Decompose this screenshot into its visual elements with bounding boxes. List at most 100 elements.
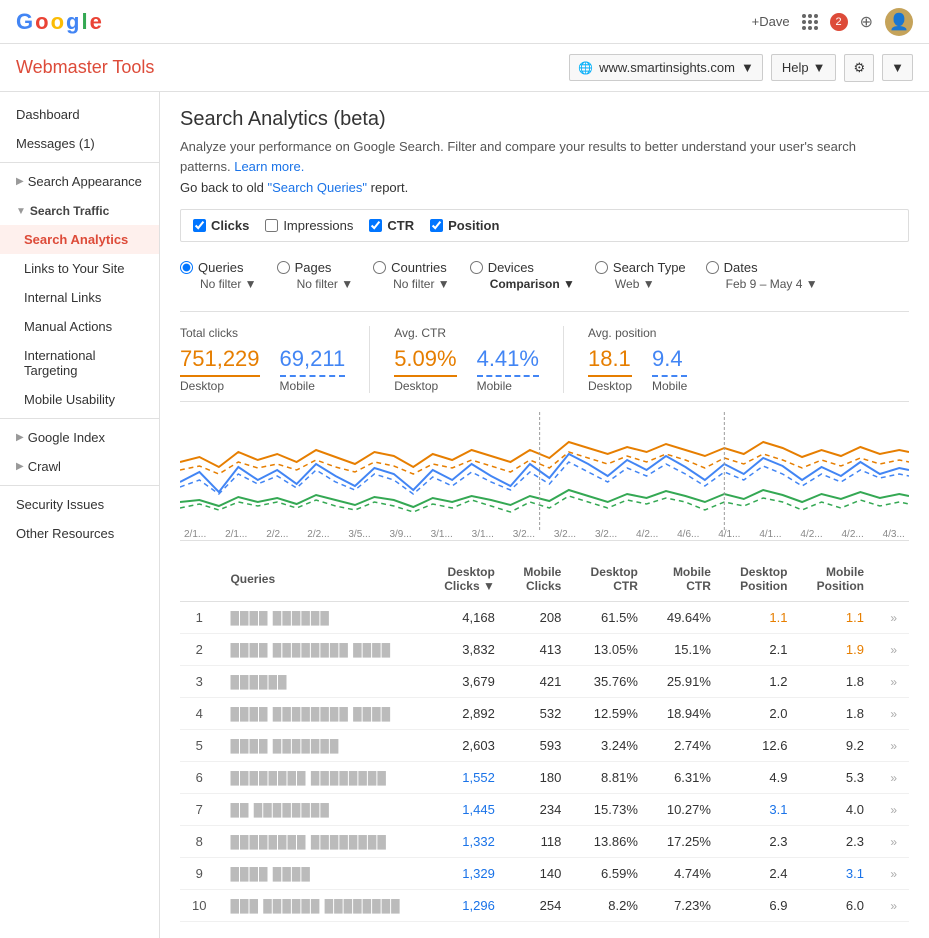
sidebar-item-search-appearance[interactable]: ▶ Search Appearance xyxy=(0,167,159,196)
row-mobile-ctr: 6.31% xyxy=(650,762,723,794)
col-mobile-pos[interactable]: MobilePosition xyxy=(799,557,876,602)
row-query[interactable]: ███ ██████ ████████ xyxy=(218,890,426,922)
row-query[interactable]: ████ ████ xyxy=(218,858,426,890)
row-query[interactable]: ██ ████████ xyxy=(218,794,426,826)
impressions-label: Impressions xyxy=(283,218,353,233)
row-desktop-ctr: 61.5% xyxy=(573,602,650,634)
help-button[interactable]: Help ▼ xyxy=(771,54,837,81)
clicks-label: Clicks xyxy=(211,218,249,233)
desktop-ctr-num: 5.09% xyxy=(394,346,456,372)
mobile-clicks-val: 69,211 Mobile xyxy=(280,346,346,393)
col-desktop-ctr[interactable]: DesktopCTR xyxy=(573,557,650,602)
sidebar-item-google-index[interactable]: ▶ Google Index xyxy=(0,423,159,452)
row-desktop-pos: 6.9 xyxy=(723,890,800,922)
avg-ctr-values: 5.09% Desktop 4.41% Mobile xyxy=(394,346,539,393)
col-mobile-clicks[interactable]: MobileClicks xyxy=(507,557,574,602)
position-checkbox[interactable]: Position xyxy=(430,218,499,233)
row-query[interactable]: ████████ ████████ xyxy=(218,762,426,794)
site-selector[interactable]: 🌐 www.smartinsights.com ▼ xyxy=(569,54,763,81)
avatar[interactable]: 👤 xyxy=(885,8,913,36)
pages-group: Pages No filter ▼ xyxy=(277,260,354,291)
row-query[interactable]: ████ ████████ ████ xyxy=(218,634,426,666)
row-mobile-pos: 6.0 xyxy=(799,890,876,922)
arrow-down-icon: ▼ xyxy=(16,206,26,217)
col-num xyxy=(180,557,218,602)
desktop-pos-val: 18.1 Desktop xyxy=(588,346,632,393)
search-queries-link[interactable]: "Search Queries" xyxy=(267,180,367,195)
countries-filter[interactable]: No filter ▼ xyxy=(373,277,450,291)
row-chevron[interactable]: » xyxy=(876,666,909,698)
row-mobile-clicks: 421 xyxy=(507,666,574,698)
row-chevron[interactable]: » xyxy=(876,858,909,890)
gear-button[interactable]: ⚙ xyxy=(844,54,874,82)
row-chevron[interactable]: » xyxy=(876,762,909,794)
col-desktop-clicks[interactable]: DesktopClicks ▼ xyxy=(427,557,507,602)
row-mobile-pos: 1.8 xyxy=(799,666,876,698)
row-chevron[interactable]: » xyxy=(876,826,909,858)
sidebar-item-dashboard[interactable]: Dashboard xyxy=(0,100,159,129)
table-row: 9 ████ ████ 1,329 140 6.59% 4.74% 2.4 3.… xyxy=(180,858,909,890)
ctr-checkbox[interactable]: CTR xyxy=(369,218,414,233)
row-chevron[interactable]: » xyxy=(876,634,909,666)
sidebar-item-search-traffic[interactable]: ▼ Search Traffic xyxy=(0,196,159,225)
window-icon[interactable]: ⊕ xyxy=(860,12,873,32)
user-link[interactable]: +Dave xyxy=(752,14,790,29)
search-type-radio[interactable]: Search Type xyxy=(595,260,686,275)
row-query[interactable]: ████ ██████ xyxy=(218,602,426,634)
clicks-checkbox[interactable]: Clicks xyxy=(193,218,249,233)
sidebar-item-other-resources[interactable]: Other Resources xyxy=(0,519,159,548)
row-query[interactable]: ████████ ████████ xyxy=(218,826,426,858)
devices-radio[interactable]: Devices xyxy=(470,260,575,275)
gear-dropdown-arrow[interactable]: ▼ xyxy=(882,54,913,81)
col-desktop-pos[interactable]: DesktopPosition xyxy=(723,557,800,602)
row-desktop-ctr: 12.59% xyxy=(573,698,650,730)
sidebar-item-crawl[interactable]: ▶ Crawl xyxy=(0,452,159,481)
dates-filter[interactable]: Feb 9 – May 4 ▼ xyxy=(706,277,818,291)
x-axis-label: 3/9... xyxy=(389,529,411,540)
sidebar-item-internal-links[interactable]: Internal Links xyxy=(0,283,159,312)
table-row: 10 ███ ██████ ████████ 1,296 254 8.2% 7.… xyxy=(180,890,909,922)
sidebar-item-international-targeting[interactable]: International Targeting xyxy=(0,341,159,385)
countries-radio[interactable]: Countries xyxy=(373,260,450,275)
row-num: 7 xyxy=(180,794,218,826)
search-type-group: Search Type Web ▼ xyxy=(595,260,686,291)
learn-more-link[interactable]: Learn more. xyxy=(234,159,304,174)
row-query[interactable]: ████ ███████ xyxy=(218,730,426,762)
row-chevron[interactable]: » xyxy=(876,730,909,762)
row-query[interactable]: ████ ████████ ████ xyxy=(218,698,426,730)
filter-row: Clicks Impressions CTR Position xyxy=(180,209,909,242)
row-chevron[interactable]: » xyxy=(876,698,909,730)
sidebar-item-mobile-usability[interactable]: Mobile Usability xyxy=(0,385,159,414)
top-right: +Dave 2 ⊕ 👤 xyxy=(752,8,913,36)
dates-radio[interactable]: Dates xyxy=(706,260,818,275)
search-type-filter[interactable]: Web ▼ xyxy=(595,277,686,291)
row-chevron[interactable]: » xyxy=(876,890,909,922)
pages-radio[interactable]: Pages xyxy=(277,260,354,275)
arrow-right-icon: ▶ xyxy=(16,432,24,443)
stats-row: Total clicks 751,229 Desktop 69,211 Mobi… xyxy=(180,311,909,393)
total-clicks-title: Total clicks xyxy=(180,326,345,340)
devices-filter[interactable]: Comparison ▼ xyxy=(470,277,575,291)
sidebar-item-links-to-site[interactable]: Links to Your Site xyxy=(0,254,159,283)
row-mobile-clicks: 593 xyxy=(507,730,574,762)
sidebar-item-messages[interactable]: Messages (1) xyxy=(0,129,159,158)
sidebar-item-security-issues[interactable]: Security Issues xyxy=(0,490,159,519)
mobile-ctr-underline xyxy=(477,375,539,377)
col-queries: Queries xyxy=(218,557,426,602)
row-mobile-clicks: 118 xyxy=(507,826,574,858)
grid-icon[interactable] xyxy=(802,14,818,30)
impressions-checkbox[interactable]: Impressions xyxy=(265,218,353,233)
table-row: 2 ████ ████████ ████ 3,832 413 13.05% 15… xyxy=(180,634,909,666)
queries-filter[interactable]: No filter ▼ xyxy=(180,277,257,291)
row-query[interactable]: ██████ xyxy=(218,666,426,698)
sidebar-item-search-analytics[interactable]: Search Analytics xyxy=(0,225,159,254)
notification-badge[interactable]: 2 xyxy=(830,13,848,31)
row-desktop-clicks: 1,445 xyxy=(427,794,507,826)
col-mobile-ctr[interactable]: MobileCTR xyxy=(650,557,723,602)
pages-filter[interactable]: No filter ▼ xyxy=(277,277,354,291)
row-desktop-pos: 4.9 xyxy=(723,762,800,794)
row-chevron[interactable]: » xyxy=(876,794,909,826)
queries-radio[interactable]: Queries xyxy=(180,260,257,275)
sidebar-item-manual-actions[interactable]: Manual Actions xyxy=(0,312,159,341)
row-chevron[interactable]: » xyxy=(876,602,909,634)
